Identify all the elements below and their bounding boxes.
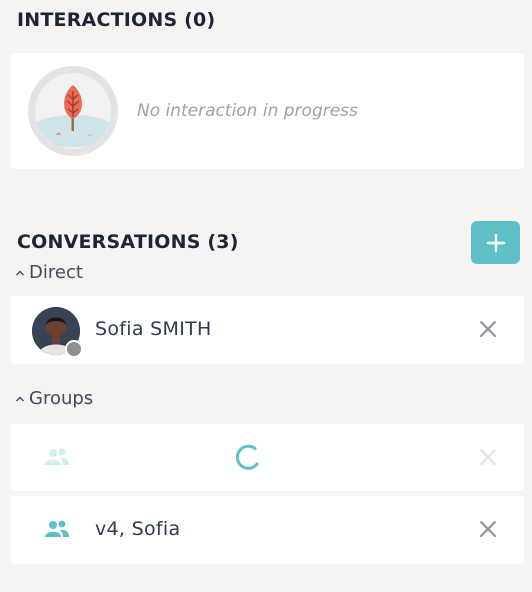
chevron-up-icon bbox=[16, 396, 24, 401]
conversation-row-group-loading[interactable] bbox=[11, 424, 524, 491]
close-icon[interactable] bbox=[478, 519, 498, 539]
groups-section-toggle[interactable]: Groups bbox=[15, 388, 93, 409]
group-icon bbox=[45, 448, 69, 465]
direct-section-toggle[interactable]: Direct bbox=[15, 262, 83, 283]
conversation-name: Sofia SMITH bbox=[95, 318, 212, 340]
conversation-row-direct[interactable]: Sofia SMITH bbox=[11, 296, 524, 364]
add-conversation-button[interactable] bbox=[471, 221, 520, 264]
empty-state-illustration bbox=[28, 66, 118, 156]
conversation-name: v4, Sofia bbox=[95, 518, 181, 540]
groups-section-label: Groups bbox=[29, 388, 94, 409]
presence-status-dot bbox=[65, 340, 83, 358]
plus-icon bbox=[486, 233, 505, 252]
close-icon[interactable] bbox=[478, 447, 498, 467]
interactions-title: INTERACTIONS (0) bbox=[17, 9, 216, 31]
direct-section-label: Direct bbox=[29, 262, 83, 283]
group-icon bbox=[45, 520, 69, 537]
chevron-up-icon bbox=[16, 270, 24, 275]
conversations-title: CONVERSATIONS (3) bbox=[17, 231, 239, 253]
tree-icon bbox=[35, 85, 111, 147]
empty-state-text: No interaction in progress bbox=[137, 101, 358, 121]
close-icon[interactable] bbox=[478, 319, 498, 339]
interactions-empty-card: No interaction in progress bbox=[11, 53, 524, 169]
conversation-row-group[interactable]: v4, Sofia bbox=[11, 496, 524, 564]
loading-spinner-icon bbox=[235, 444, 259, 470]
